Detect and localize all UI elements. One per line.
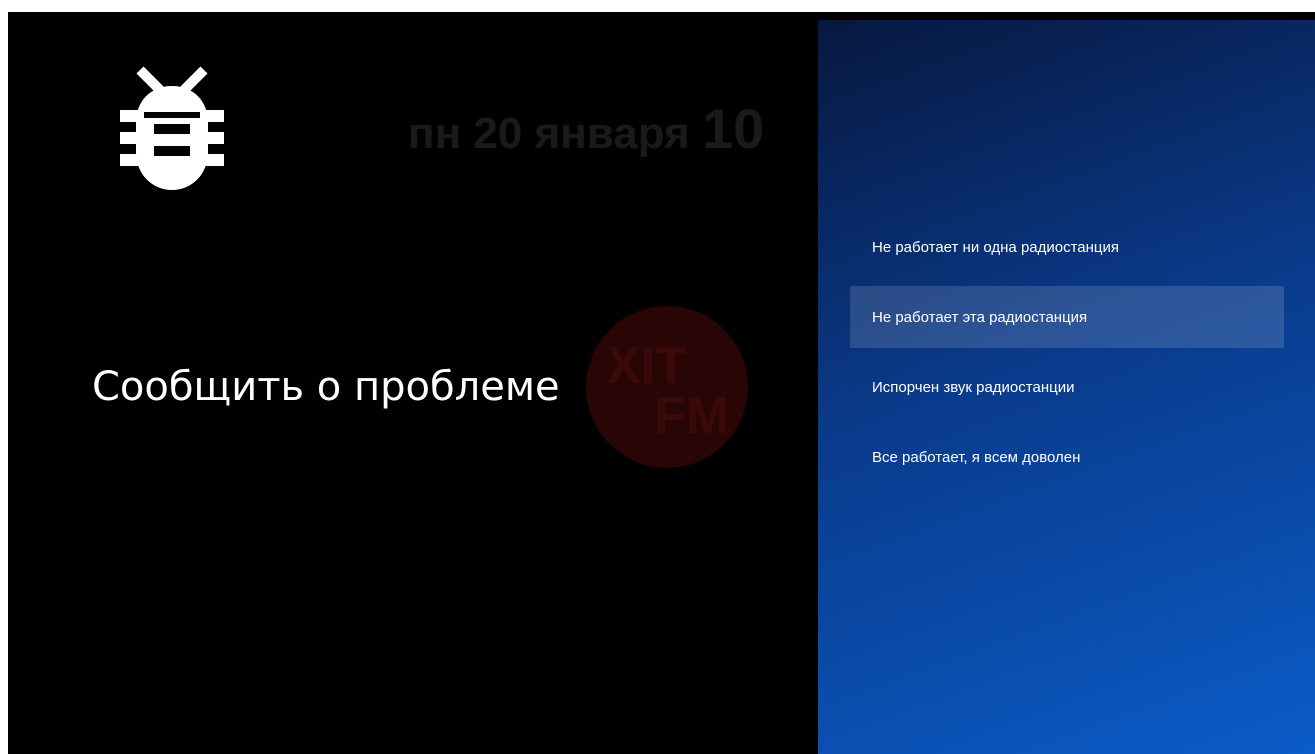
menu-item-station-sound-broken[interactable]: Испорчен звук радиостанции xyxy=(850,356,1284,418)
bug-icon xyxy=(120,66,224,190)
options-panel: Не работает ни одна радиостанция Не рабо… xyxy=(818,20,1315,754)
dialog-title: Сообщить о проблеме xyxy=(92,364,560,410)
menu-item-no-stations-working[interactable]: Не работает ни одна радиостанция xyxy=(850,216,1284,278)
menu-item-everything-works[interactable]: Все работает, я всем доволен xyxy=(850,426,1284,488)
background-logo-line2: FM xyxy=(654,387,730,445)
background-date: пн 20 января 10 xyxy=(408,96,764,161)
menu-item-this-station-not-working[interactable]: Не работает эта радиостанция xyxy=(850,286,1284,348)
background-time: 10 xyxy=(701,97,765,160)
background-date-text: пн 20 января xyxy=(408,109,690,158)
options-menu: Не работает ни одна радиостанция Не рабо… xyxy=(850,216,1284,496)
background-station-logo: XIT FM xyxy=(586,306,748,468)
tv-screen: пн 20 января 10 XIT FM Сообщить о пробле… xyxy=(8,12,1315,754)
